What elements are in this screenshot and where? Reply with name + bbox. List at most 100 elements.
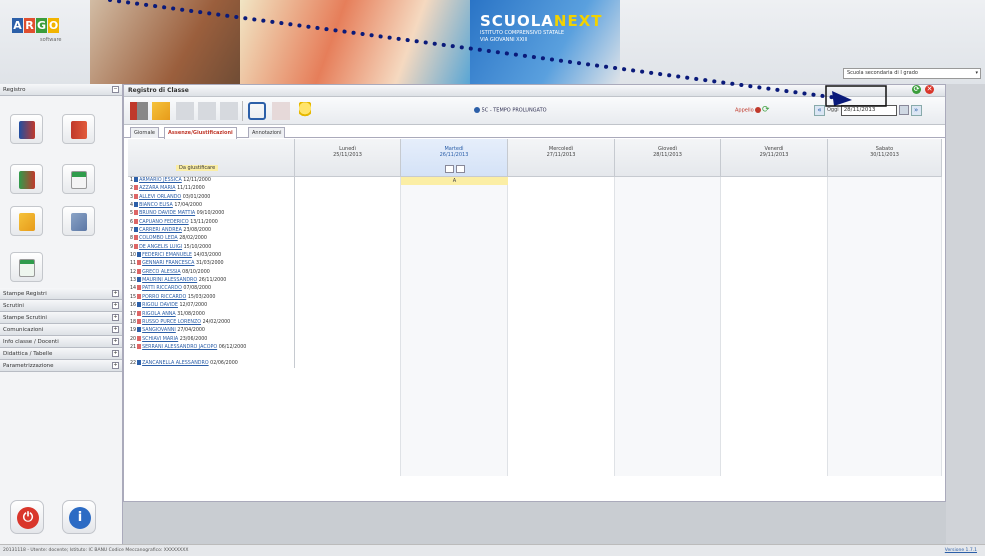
reports-button[interactable] (62, 206, 95, 236)
student-icon (137, 359, 142, 365)
student-row: 11 GENNARI FRANCESCA 31/03/2000 (128, 260, 295, 269)
student-number: 18 (130, 319, 137, 325)
da-giustificare-label: Da giustificare (176, 165, 219, 171)
registro-classe-button[interactable] (10, 114, 43, 144)
sidebar-item-scrutini[interactable]: Scrutini + (0, 300, 122, 312)
student-name-link[interactable]: AZZARA MARIA (139, 186, 176, 191)
edit-icon[interactable] (152, 102, 170, 120)
date-field[interactable]: 28/11/2013 (840, 104, 897, 116)
student-birthdate: 31/03/2000 (195, 261, 224, 267)
logo-letter: A (12, 18, 23, 33)
student-birthdate: 09/10/2000 (196, 211, 225, 217)
day-header: Lunedì 25/11/2013 (295, 139, 401, 177)
person-icon[interactable] (456, 165, 465, 173)
calendar-button[interactable] (62, 164, 95, 194)
student-name-link[interactable]: CARRERI ANDREA (139, 228, 182, 233)
student-name-link[interactable]: RIGOLI DAVIDE (142, 303, 178, 308)
expand-icon[interactable]: + (112, 302, 119, 309)
student-row: 15 PORRO RICCARDO 15/03/2000 (128, 293, 295, 303)
disabled-action-icon[interactable] (220, 102, 238, 120)
day-date: 30/11/2013 (870, 152, 899, 158)
student-row: 14 PATTI RICCARDO 07/08/2000 (128, 285, 295, 294)
previous-week-icon[interactable]: « (814, 104, 825, 116)
student-icon (137, 260, 142, 266)
school-level-select[interactable]: Scuola secondaria di I grado ▾ (843, 68, 981, 79)
day-date: 26/11/2013 (439, 152, 469, 158)
sidebar-item-comunicazioni[interactable]: Comunicazioni + (0, 324, 122, 336)
toolbar: 5C - TEMPO PROLUNGATO Appello ⟳ « Oggi 2… (124, 97, 945, 125)
registro-docente-button[interactable] (62, 114, 95, 144)
student-name-link[interactable]: BRUNO DAVIDE MATTIA (139, 211, 195, 216)
class-dot-icon (474, 107, 480, 113)
student-name-link[interactable]: GRECO ALESSIA (142, 270, 181, 275)
sidebar-item-stampe-scrutini[interactable]: Stampe Scrutini + (0, 312, 122, 324)
student-name-link[interactable]: SERRANI ALESSANDRO JACOPO (142, 345, 217, 350)
day-column[interactable] (401, 177, 508, 476)
registro-voti-button[interactable] (10, 164, 43, 194)
sidebar-item-info-classe[interactable]: Info classe / Docenti + (0, 336, 122, 348)
day-date: 27/11/2013 (546, 152, 576, 158)
refresh-icon[interactable]: ⟳ (762, 105, 770, 115)
tab-bar: Giornale Assenze/Giustificazioni Annotaz… (124, 125, 945, 139)
sidebar-item-stampe-registri[interactable]: Stampe Registri + (0, 288, 122, 300)
collapse-icon[interactable]: − (112, 86, 119, 93)
sidebar-item-didattica[interactable]: Didattica / Tabelle + (0, 348, 122, 360)
tab-assenze-giustificazioni[interactable]: Assenze/Giustificazioni (164, 127, 237, 139)
logout-button[interactable]: ⏻ (10, 500, 44, 534)
students-header: Da giustificare (128, 139, 295, 177)
tab-annotazioni[interactable]: Annotazioni (248, 127, 286, 138)
day-column[interactable] (721, 177, 828, 476)
sidebar-item-parametrizzazione[interactable]: Parametrizzazione + (0, 360, 122, 372)
window-icon[interactable] (248, 102, 266, 120)
next-week-icon[interactable]: » (910, 104, 922, 116)
expand-icon[interactable]: + (112, 338, 119, 345)
student-name-link[interactable]: RUSSO PURCE LORENZO (142, 320, 201, 325)
student-name-link[interactable]: DE ANGELIS LUIGI (139, 245, 182, 250)
expand-icon[interactable]: + (112, 350, 119, 357)
student-name-link[interactable]: RIGOLA ANNA (142, 312, 176, 317)
expand-icon[interactable]: + (112, 362, 119, 369)
info-button[interactable]: i (62, 500, 96, 534)
expand-icon[interactable]: + (112, 326, 119, 333)
student-name-link[interactable]: ARMARIO JESSICA (139, 178, 182, 183)
version-link[interactable]: Versione 1.7.1 (945, 545, 977, 556)
student-name-link[interactable]: GENNARI FRANCESCA (142, 261, 194, 266)
student-name-link[interactable]: PORRO RICCARDO (142, 295, 186, 300)
absence-cell[interactable]: A (401, 177, 508, 185)
student-name-link[interactable]: MAURINI ALESSANDRO (142, 278, 197, 283)
exit-student-icon[interactable] (130, 102, 148, 120)
oggi-link[interactable]: Oggi (827, 107, 839, 113)
approve-button[interactable] (10, 252, 43, 282)
student-name-link[interactable]: PATTI RICCARDO (142, 286, 182, 291)
student-name-link[interactable]: BIANCO ELISA (139, 203, 173, 208)
student-name-link[interactable]: SANGIOVANNI (142, 328, 176, 333)
disabled-action-icon[interactable] (198, 102, 216, 120)
expand-icon[interactable]: + (112, 290, 119, 297)
student-birthdate: 17/04/2000 (174, 203, 203, 209)
sidebar-header-registro[interactable]: Registro − (0, 84, 122, 96)
day-column[interactable] (295, 177, 401, 476)
disabled-action-icon[interactable] (176, 102, 194, 120)
edit-button[interactable] (10, 206, 43, 236)
day-column[interactable] (508, 177, 615, 476)
day-column[interactable] (828, 177, 942, 476)
student-name-link[interactable]: ZANCANELLA ALESSANDRO (142, 361, 209, 366)
student-number: 20 (130, 336, 137, 342)
calendar-icon[interactable] (898, 105, 909, 115)
expand-icon[interactable]: + (112, 314, 119, 321)
tab-giornale[interactable]: Giornale (130, 127, 159, 138)
close-icon[interactable]: ✕ (925, 85, 934, 94)
refresh-window-icon[interactable]: ⟳ (912, 85, 921, 94)
student-name-link[interactable]: SCHIAVI MARIA (142, 337, 178, 342)
banner-artwork-books (90, 0, 250, 84)
student-name-link[interactable]: CAPUANO FEDERICO (139, 220, 189, 225)
student-name-link[interactable]: ALLEVI ORLANDO (139, 195, 181, 200)
student-row: 8 COLOMBO LEDA 28/02/2000 (128, 235, 295, 244)
student-name-link[interactable]: FEDERICI EMANUELE (142, 253, 192, 258)
disabled-action-icon[interactable] (272, 102, 290, 120)
print-icon[interactable] (445, 165, 454, 173)
appello-button[interactable]: Appello (735, 107, 762, 114)
student-name-link[interactable]: COLOMBO LEDA (139, 236, 178, 241)
day-column[interactable] (615, 177, 721, 476)
lightbulb-icon[interactable] (299, 102, 311, 120)
